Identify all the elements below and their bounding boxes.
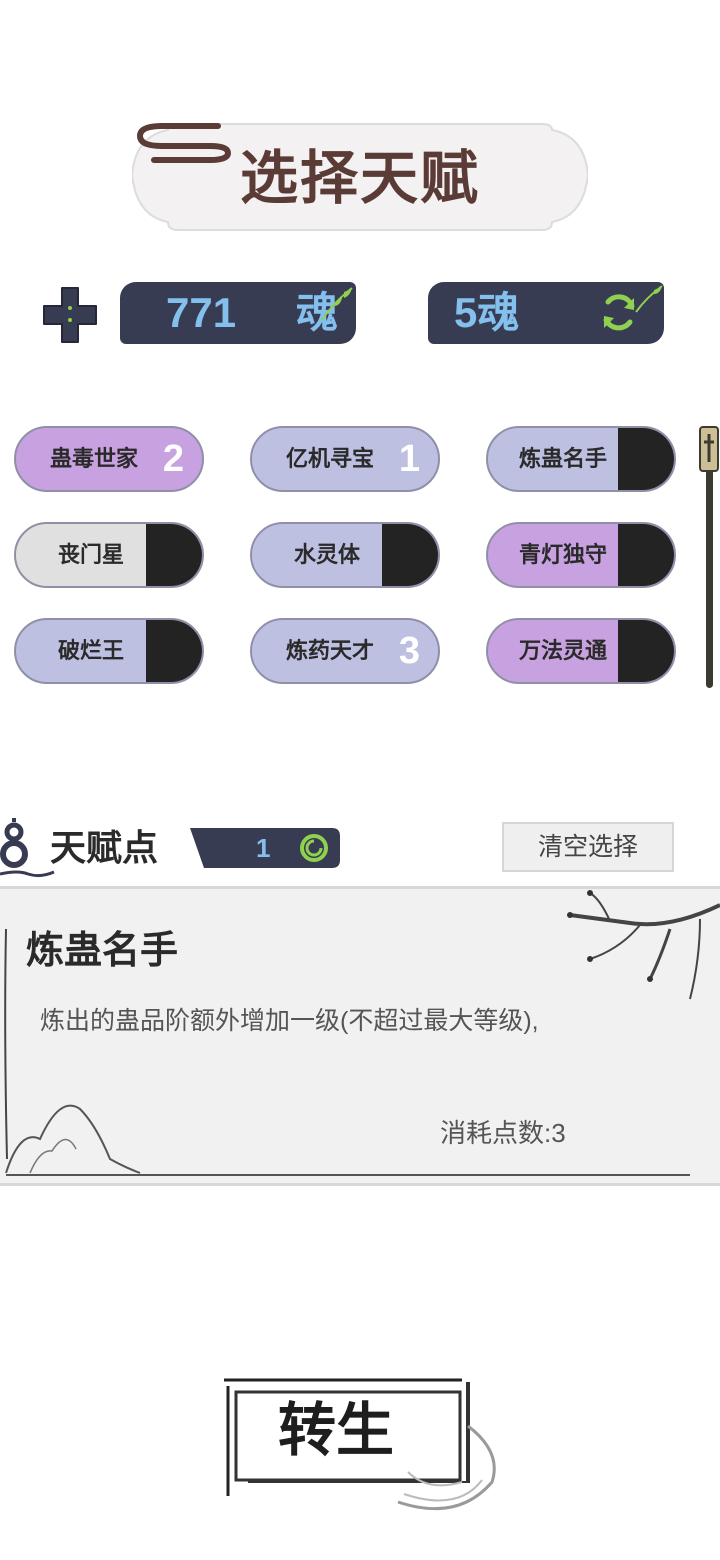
detail-talent-name: 炼蛊名手	[26, 927, 179, 972]
talent-label: 破烂王	[57, 638, 124, 663]
leaf-icon	[635, 285, 663, 313]
refresh-cost: 5魂	[454, 289, 520, 336]
detail-talent-description: 炼出的蛊品阶额外增加一级(不超过最大等级),	[40, 1007, 539, 1035]
talent-label: 炼蛊名手	[518, 446, 607, 471]
page-title: 选择天赋	[240, 144, 481, 212]
talent-chip-gudu-shijia[interactable]: 蛊毒世家 2	[14, 426, 204, 492]
sword-icon	[704, 434, 714, 462]
detail-talent-cost: 消耗点数:3	[440, 1118, 566, 1148]
talent-level: 3	[398, 630, 420, 672]
talent-chip-polanwang[interactable]: 破烂王	[14, 618, 204, 684]
talent-label: 炼药天才	[285, 638, 374, 663]
spiral-coin-icon	[300, 834, 328, 862]
talent-label: 万法灵通	[518, 638, 607, 663]
talent-level: 1	[398, 438, 420, 480]
leaf-icon	[321, 287, 353, 321]
talent-chip-liangu-mingshou[interactable]: 炼蛊名手	[486, 426, 676, 492]
add-currency-button[interactable]	[40, 284, 100, 346]
talent-scrollbar-thumb[interactable]	[699, 426, 719, 472]
talent-label: 亿机寻宝	[285, 446, 374, 471]
soul-amount: 771	[166, 289, 237, 336]
talent-chip-lianyao-tiancai[interactable]: 炼药天才 3	[250, 618, 440, 684]
talent-level: 2	[162, 438, 184, 480]
plum-branch-icon	[567, 890, 720, 1000]
refresh-cost-bar[interactable]: 5魂	[428, 282, 664, 344]
title-banner: 选择天赋	[132, 120, 588, 232]
talent-label: 水灵体	[293, 542, 360, 567]
rebirth-button[interactable]: 转生	[218, 1372, 502, 1524]
mountain-ink-icon	[5, 1104, 690, 1176]
talent-chip-qingdeng-dushou[interactable]: 青灯独守	[486, 522, 676, 588]
rebirth-label: 转生	[278, 1396, 395, 1464]
clear-selection-button[interactable]: 清空选择	[502, 822, 674, 872]
talent-points-value: 1	[256, 833, 271, 863]
talent-chip-sangmenxing[interactable]: 丧门星	[14, 522, 204, 588]
talent-chip-wanfa-lingtong[interactable]: 万法灵通	[486, 618, 676, 684]
talent-points-label: 天赋点	[50, 827, 159, 869]
gourd-icon	[0, 818, 55, 878]
talent-chip-shuilingti[interactable]: 水灵体	[250, 522, 440, 588]
talent-label: 青灯独守	[518, 542, 607, 567]
swirl-ornament-icon	[136, 123, 232, 163]
talent-scrollbar-track[interactable]	[706, 468, 713, 688]
talent-label: 丧门星	[57, 542, 124, 567]
soul-currency-bar: 771 魂	[120, 282, 356, 344]
talent-chip-yiji-xunbao[interactable]: 亿机寻宝 1	[250, 426, 440, 492]
talent-label: 蛊毒世家	[49, 446, 138, 471]
